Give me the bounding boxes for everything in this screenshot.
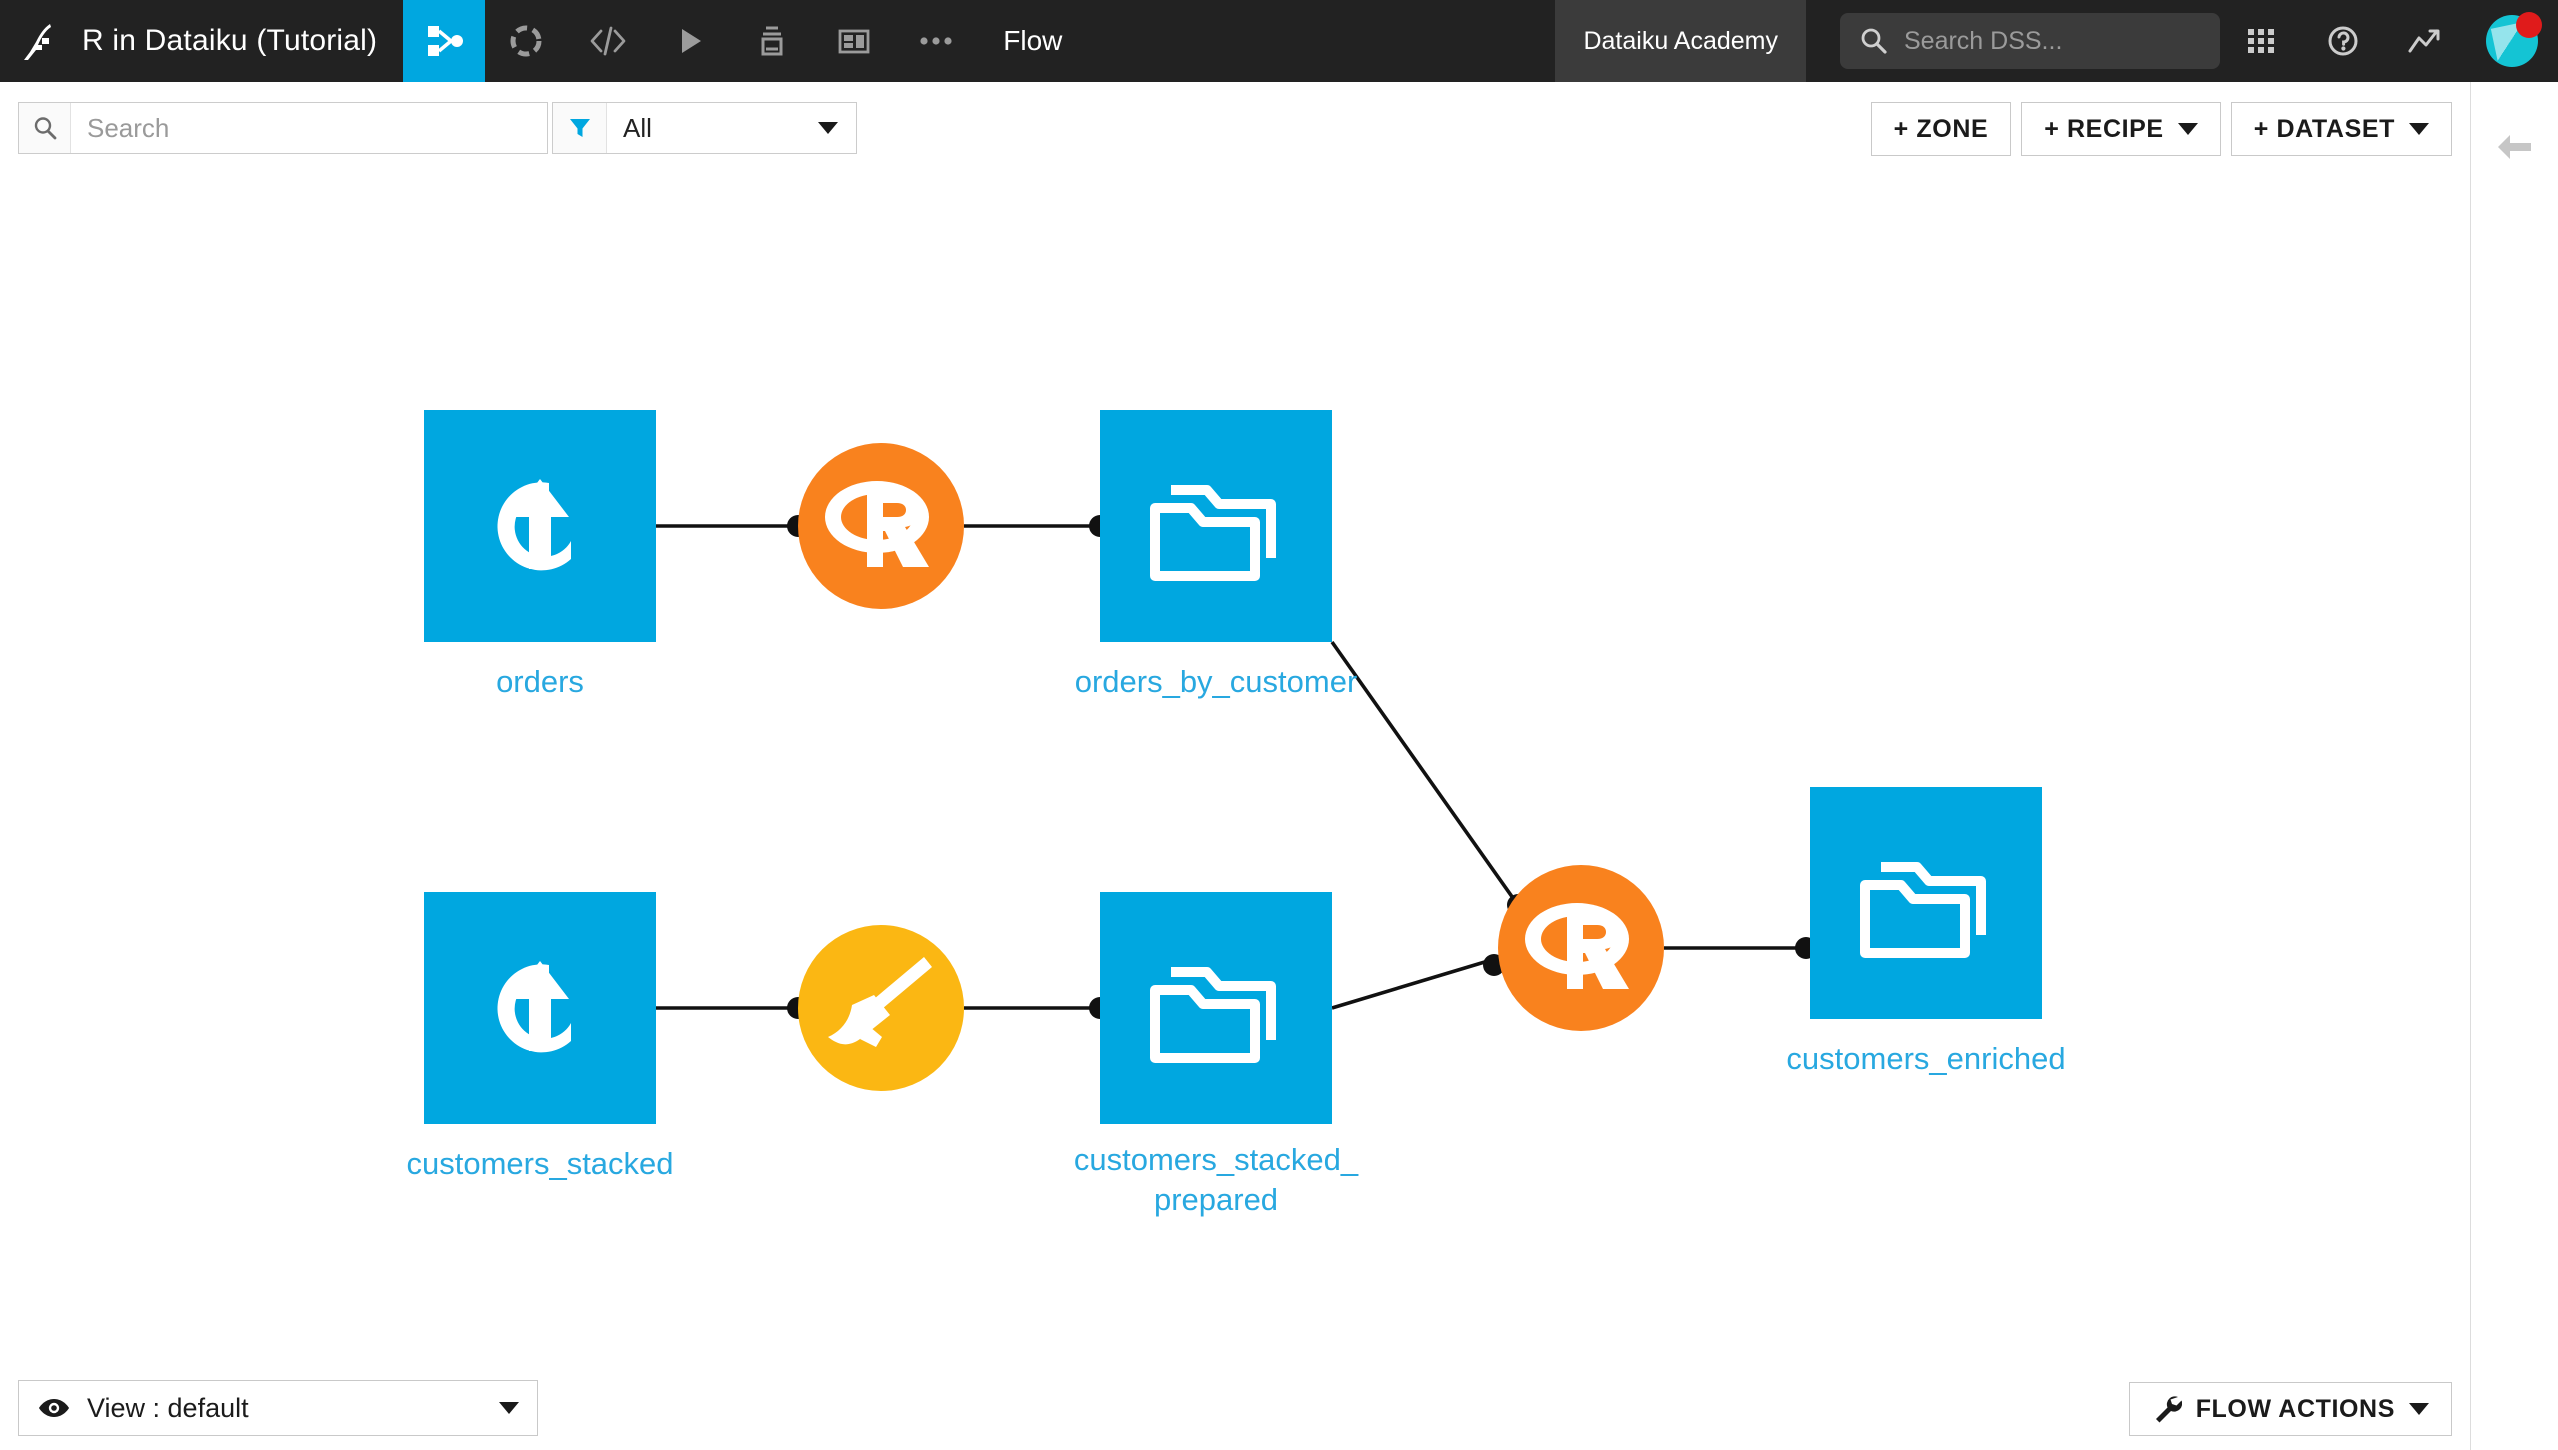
managed-folder-icon xyxy=(1145,460,1287,592)
nav-flow-icon[interactable] xyxy=(403,0,486,82)
wrench-icon xyxy=(2152,1394,2182,1424)
add-zone-button[interactable]: + ZONE xyxy=(1870,102,2012,156)
apps-grid-icon[interactable] xyxy=(2220,0,2302,82)
broom-prepare-icon[interactable] xyxy=(798,925,964,1091)
help-question-icon[interactable] xyxy=(2302,0,2384,82)
right-panel-rail xyxy=(2470,82,2558,1450)
flow-actions-label: FLOW ACTIONS xyxy=(2195,1394,2395,1423)
flow-node-prepare-recipe[interactable] xyxy=(798,925,964,1091)
dataset-tile[interactable] xyxy=(424,410,656,642)
dataset-tile[interactable] xyxy=(1100,410,1332,642)
nav-dashboard-icon[interactable] xyxy=(813,0,895,82)
flow-node-customers-enriched[interactable]: customers_enriched xyxy=(1786,787,2066,1076)
node-label-customers-enriched[interactable]: customers_enriched xyxy=(1716,1039,2136,1079)
node-label-orders[interactable]: orders xyxy=(330,662,750,702)
notification-badge xyxy=(2516,12,2542,38)
flow-node-r-recipe-2[interactable] xyxy=(1498,865,1664,1031)
managed-folder-icon xyxy=(1145,942,1287,1074)
chevron-down-icon xyxy=(499,1402,519,1414)
flow-search-input[interactable]: Search xyxy=(18,102,548,154)
upload-dataset-icon xyxy=(465,933,615,1083)
nav-more-ellipsis-icon[interactable] xyxy=(895,0,977,82)
node-label-orders-by-customer[interactable]: orders_by_customer xyxy=(1006,662,1426,702)
dataiku-bird-logo[interactable] xyxy=(0,0,82,82)
arrow-left-icon[interactable] xyxy=(2471,112,2558,182)
header-spacer xyxy=(1088,0,1555,82)
node-label-customers-stacked-prepared[interactable]: customers_stacked_ prepared xyxy=(1006,1140,1426,1219)
add-recipe-label: + RECIPE xyxy=(2044,114,2164,143)
view-label: View : default xyxy=(87,1392,249,1423)
flow-node-orders[interactable]: orders xyxy=(424,410,656,699)
project-title[interactable]: R in Dataiku (Tutorial) xyxy=(82,0,403,82)
flow-bottom-bar: View : default FLOW ACTIONS xyxy=(0,1370,2470,1450)
filter-funnel-icon xyxy=(553,103,607,153)
trend-arrow-icon[interactable] xyxy=(2384,0,2466,82)
nav-code-icon[interactable] xyxy=(567,0,649,82)
dataset-tile[interactable] xyxy=(424,892,656,1124)
flow-canvas[interactable]: orders orders_by_customer customers_stac… xyxy=(0,192,2470,1370)
flow-node-customers-stacked[interactable]: customers_stacked xyxy=(406,892,674,1181)
view-selector[interactable]: View : default xyxy=(18,1380,538,1436)
global-search-input[interactable]: Search DSS... xyxy=(1840,13,2220,69)
nav-jobs-play-icon[interactable] xyxy=(649,0,731,82)
chevron-down-icon xyxy=(2409,123,2429,135)
flow-search-placeholder: Search xyxy=(87,112,170,143)
add-dataset-label: + DATASET xyxy=(2253,114,2395,143)
chevron-down-icon xyxy=(818,122,838,134)
node-label-customers-stacked[interactable]: customers_stacked xyxy=(330,1144,750,1184)
eye-icon xyxy=(37,1396,71,1420)
chevron-down-icon xyxy=(2177,123,2198,135)
r-recipe-icon[interactable] xyxy=(1498,865,1664,1031)
r-recipe-icon[interactable] xyxy=(798,443,964,609)
nav-automation-icon[interactable] xyxy=(731,0,813,82)
add-recipe-button[interactable]: + RECIPE xyxy=(2021,102,2221,156)
flow-node-r-recipe-1[interactable] xyxy=(798,443,964,609)
top-header-bar: R in Dataiku (Tutorial) Flow Dataiku Aca… xyxy=(0,0,2558,82)
current-section-label: Flow xyxy=(1003,25,1063,56)
search-icon xyxy=(19,103,71,153)
add-dataset-button[interactable]: + DATASET xyxy=(2230,102,2452,156)
global-search-placeholder: Search DSS... xyxy=(1904,26,2063,55)
search-icon xyxy=(1858,26,1888,56)
dataset-tile[interactable] xyxy=(1100,892,1332,1124)
flow-filter-select[interactable]: All xyxy=(552,102,857,154)
flow-filter-value: All xyxy=(623,112,652,143)
flow-node-customers-stacked-prepared[interactable]: customers_stacked_ prepared xyxy=(1074,892,1358,1217)
dataiku-academy-button[interactable]: Dataiku Academy xyxy=(1555,0,1806,82)
flow-actions-button[interactable]: FLOW ACTIONS xyxy=(2128,1382,2452,1436)
add-zone-label: + ZONE xyxy=(1893,114,1989,143)
managed-folder-icon xyxy=(1855,837,1997,969)
flow-node-orders-by-customer[interactable]: orders_by_customer xyxy=(1075,410,1357,699)
chevron-down-icon xyxy=(2409,1403,2429,1415)
upload-dataset-icon xyxy=(465,451,615,601)
nav-lab-icon[interactable] xyxy=(485,0,567,82)
dataset-tile[interactable] xyxy=(1810,787,2042,1019)
flow-toolbar-actions: + ZONE + RECIPE + DATASET xyxy=(1870,102,2452,156)
flow-toolbar: Search All 5 datasets 3 recipes + ZONE +… xyxy=(0,82,2470,265)
user-avatar[interactable] xyxy=(2466,0,2558,82)
